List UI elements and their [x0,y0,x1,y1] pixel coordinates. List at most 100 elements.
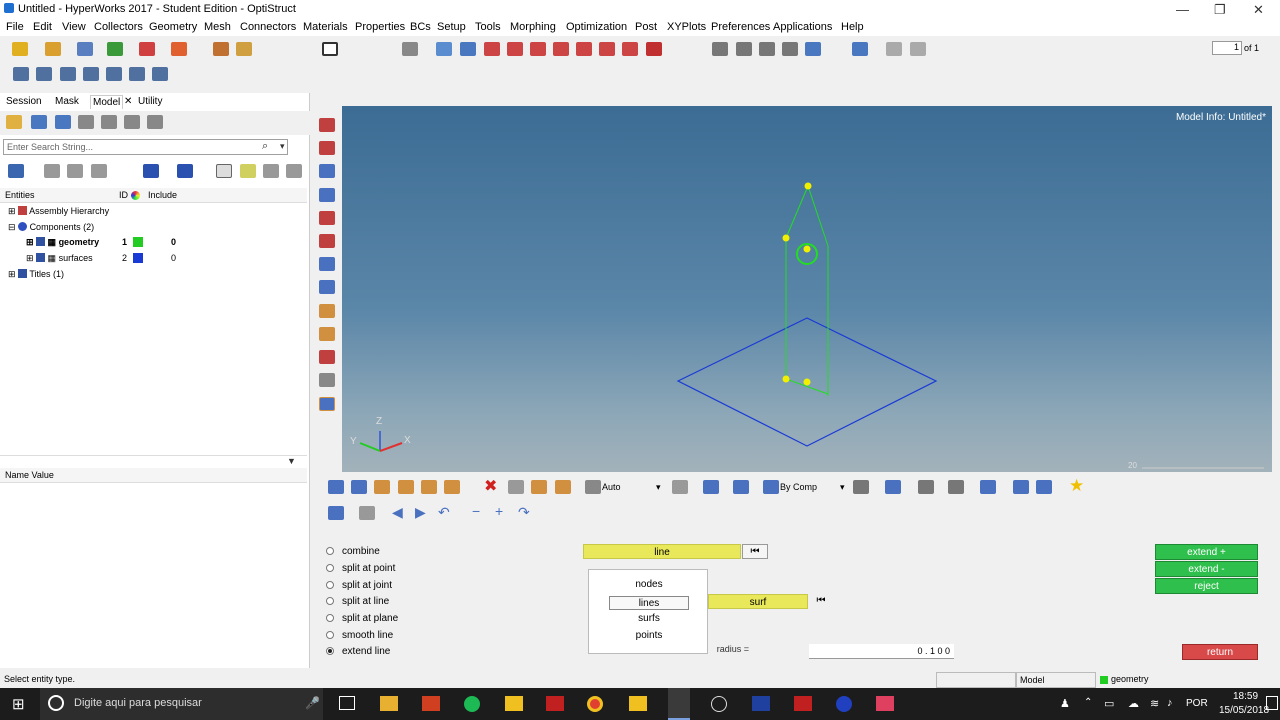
node-1[interactable] [803,378,811,386]
language-indicator[interactable]: POR [1186,698,1208,709]
view-top-icon[interactable] [484,42,500,56]
vtool-10-icon[interactable] [319,327,335,341]
taskbar-app-11-icon[interactable] [794,696,812,711]
tray-icon-1[interactable]: ▭ [1104,697,1114,710]
zoom-out-icon[interactable] [736,42,752,56]
notifications-icon[interactable] [1266,696,1278,710]
fit-icon[interactable] [646,42,662,56]
vtool-2-icon[interactable] [319,141,335,155]
reset-surf-button[interactable]: ⏮ [808,594,834,609]
hand-icon[interactable] [782,42,798,56]
vis-16-icon[interactable] [853,480,869,494]
copy-icon[interactable] [910,42,926,56]
zoom-in-icon[interactable] [712,42,728,56]
microphone-icon[interactable]: 🎤 [305,696,320,710]
maximize-button[interactable]: ❐ [1214,2,1226,18]
radio-circle[interactable] [326,547,334,555]
reset-line-button[interactable]: ⏮ [742,544,768,559]
view-iso-icon[interactable] [599,42,615,56]
tab-utility[interactable]: Utility [136,95,164,108]
taskbar-search[interactable]: Digite aqui para pesquisar 🎤 [40,688,323,720]
vtool-6-icon[interactable] [319,234,335,248]
auto-label[interactable]: Auto [602,482,621,492]
radio-split-at-plane[interactable]: split at plane [326,613,398,624]
taskbar-app-12-icon[interactable] [836,696,852,712]
filter-1-icon[interactable] [44,164,60,178]
windows-start-icon[interactable]: ⊞ [12,695,25,713]
vis-9-icon[interactable] [531,480,547,494]
node-4[interactable] [803,245,811,253]
menu-setup[interactable]: Setup [437,21,466,33]
menu-morphing[interactable]: Morphing [510,21,556,33]
radio-circle[interactable] [326,564,334,572]
surfaces-color-swatch[interactable] [133,253,143,263]
task-view-icon[interactable] [339,696,355,710]
delete-icon[interactable]: ✖ [484,479,497,495]
radio-combine[interactable]: combine [326,546,380,557]
tree-row-geometry[interactable]: ⊞ ▦ geometry [26,237,99,248]
graphics-viewport[interactable]: Model Info: Untitled* Z Y X 20 [342,106,1272,472]
spotify-icon[interactable] [464,696,480,712]
vis-3-icon[interactable] [374,480,390,494]
folder-icon[interactable] [6,115,22,129]
menu-bcs[interactable]: BCs [410,21,431,33]
vtool-3-icon[interactable] [319,164,335,178]
surf-selector[interactable]: surf [708,594,808,609]
isolate-icon[interactable] [177,164,193,178]
redo-icon[interactable]: ↷ [518,504,530,521]
zoom-icon[interactable] [436,42,452,56]
pan-icon[interactable] [759,42,775,56]
menu-file[interactable]: File [6,21,24,33]
browser-tool-1-icon[interactable] [31,115,47,129]
node-3[interactable] [804,182,812,190]
undo-icon[interactable]: ↶ [438,504,450,521]
menu-preferences[interactable]: Preferences [711,21,770,33]
browser-tool-3-icon[interactable] [78,115,94,129]
import-geometry-icon[interactable] [107,42,123,56]
cursor-icon[interactable] [216,164,232,178]
browser-tool-4-icon[interactable] [101,115,117,129]
vis-24-icon[interactable] [328,506,344,520]
panel-splitter[interactable]: ▼ [0,455,307,466]
vtool-4-icon[interactable] [319,188,335,202]
cloud-icon[interactable]: ☁ [1128,697,1139,710]
vtool-13-icon[interactable] [319,397,335,411]
tree-row-components[interactable]: ⊟ Components (2) [8,222,94,233]
tool-icon-1[interactable] [13,67,29,81]
popup-nodes[interactable]: nodes [609,578,689,592]
tray-chevron-icon[interactable]: ⌃ [1084,697,1092,708]
radio-circle[interactable] [326,581,334,589]
hyperworks-taskbar-icon[interactable] [668,688,690,720]
model-geometry[interactable] [342,106,1272,472]
eye-icon[interactable] [263,164,279,178]
radio-split-at-point[interactable]: split at point [326,563,395,574]
taskbar-app-2-icon[interactable] [422,696,440,711]
minus-icon[interactable]: − [472,503,480,519]
taskbar-app-10-icon[interactable] [752,696,770,711]
vis-6-icon[interactable] [444,480,460,494]
radio-circle[interactable] [326,597,334,605]
eye-off-icon[interactable] [286,164,302,178]
tool-icon-4[interactable] [83,67,99,81]
vtool-12-icon[interactable] [319,373,335,387]
view-right-icon[interactable] [622,42,638,56]
star-icon[interactable]: ★ [1069,477,1084,494]
close-tab-icon[interactable]: ✕ [122,95,134,108]
vis-5-icon[interactable] [421,480,437,494]
people-icon[interactable]: ♟ [1060,697,1070,710]
browser-tool-6-icon[interactable] [147,115,163,129]
taskbar-app-13-icon[interactable] [876,696,894,711]
vtool-7-icon[interactable] [319,257,335,271]
view-back-icon[interactable] [576,42,592,56]
menu-optimization[interactable]: Optimization [566,21,627,33]
vis-20-icon[interactable] [980,480,996,494]
tree-row-assembly[interactable]: ⊞ Assembly Hierarchy [8,206,109,217]
taskbar-app-4-icon[interactable] [505,696,523,711]
bycomp-label[interactable]: By Comp [780,482,817,492]
tool-icon-5[interactable] [106,67,122,81]
geometry-color-swatch[interactable] [133,237,143,247]
node-5[interactable] [782,375,790,383]
vis-2-icon[interactable] [351,480,367,494]
node-2[interactable] [782,234,790,242]
user-profile-icon[interactable] [213,42,229,56]
